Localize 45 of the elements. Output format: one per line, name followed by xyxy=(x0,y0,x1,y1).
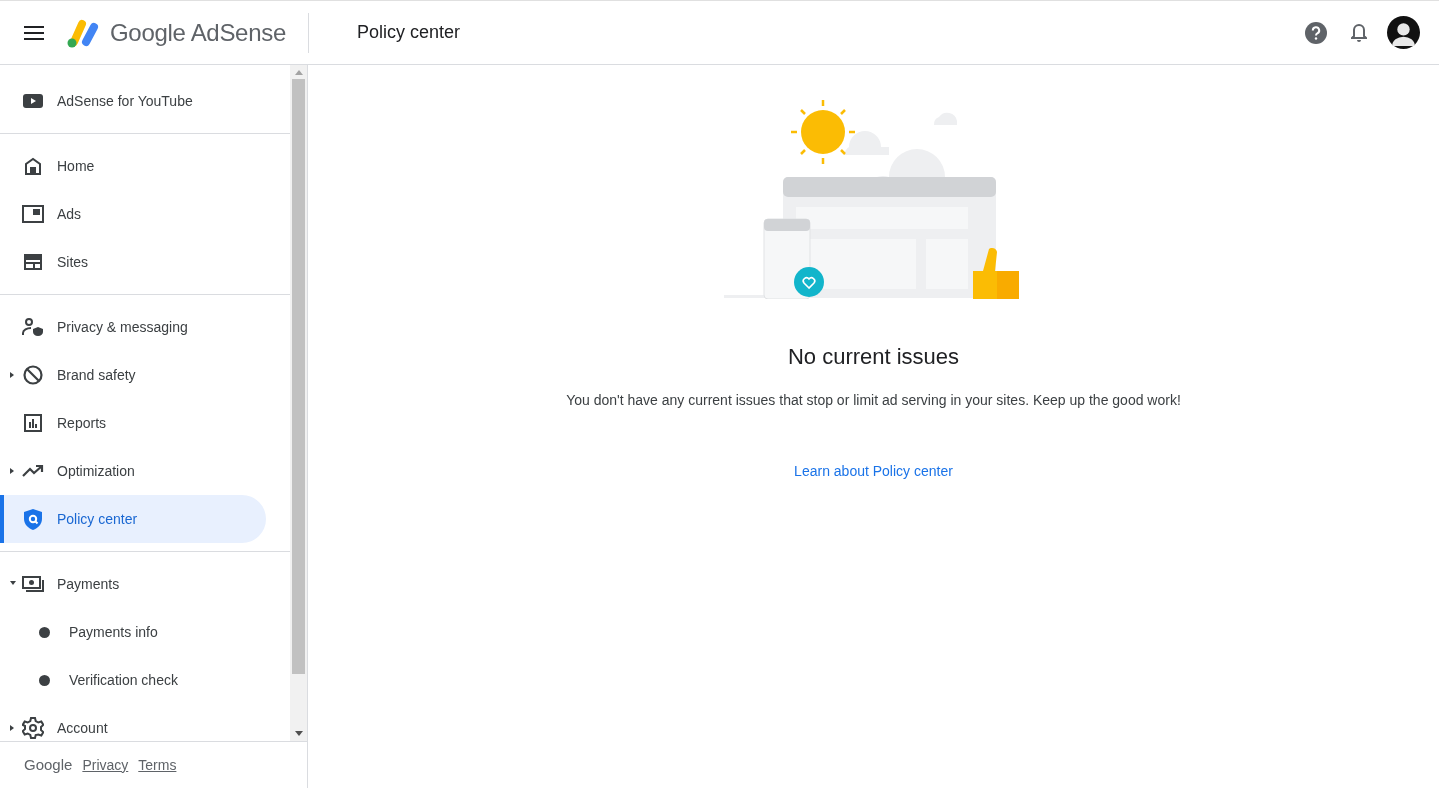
layout-icon xyxy=(24,254,42,270)
avatar-icon[interactable] xyxy=(1387,16,1420,49)
caret-icon[interactable] xyxy=(10,581,16,585)
notifications-icon[interactable] xyxy=(1351,22,1367,43)
nav-item[interactable]: Brand safety xyxy=(0,351,266,399)
nav-item[interactable]: Home xyxy=(0,142,266,190)
caret-icon[interactable] xyxy=(10,372,14,378)
block-icon xyxy=(23,365,43,385)
help-icon[interactable] xyxy=(1305,21,1327,44)
logo-text: Google AdSense xyxy=(110,17,286,48)
menu-icon[interactable] xyxy=(24,25,44,40)
footer-link[interactable]: Terms xyxy=(138,754,177,776)
nav-item[interactable]: Privacy & messaging xyxy=(0,303,266,351)
money-icon xyxy=(22,576,44,592)
nav-item[interactable]: Ads xyxy=(0,190,266,238)
person-shield-icon xyxy=(22,318,44,336)
nav-item[interactable]: Optimization xyxy=(0,447,266,495)
caret-icon[interactable] xyxy=(10,725,14,731)
home-icon xyxy=(24,157,42,175)
caret-icon[interactable] xyxy=(10,468,14,474)
shield-search-icon xyxy=(24,508,42,530)
bullet-icon xyxy=(39,674,50,686)
scroll-down-icon[interactable] xyxy=(294,730,303,736)
learn-more-link[interactable]: Learn about Policy center xyxy=(794,461,953,482)
status-title: No current issues xyxy=(787,343,960,371)
bar-chart-icon xyxy=(24,414,42,432)
footer-brand: Google xyxy=(24,754,73,775)
ad-frame-icon xyxy=(22,205,44,223)
settings-icon xyxy=(22,717,44,739)
nav-item[interactable]: Payments xyxy=(0,560,266,608)
nav-item[interactable]: Account xyxy=(0,704,266,741)
nav-item[interactable]: Policy center xyxy=(0,495,266,543)
status-message: You don't have any current issues that stop or limit ad serving in your sites. Keep up the good work! xyxy=(566,391,1181,410)
nav-subitem[interactable]: Verification check xyxy=(0,656,266,704)
nav-subitem[interactable]: Payments info xyxy=(0,608,266,656)
footer-link[interactable]: Privacy xyxy=(82,754,129,776)
nav-item[interactable]: Sites xyxy=(0,238,266,286)
scrollbar[interactable] xyxy=(290,65,307,741)
nav-item[interactable]: AdSense for YouTube xyxy=(0,77,266,125)
bullet-icon xyxy=(39,626,50,638)
page-title: Policy center xyxy=(356,21,460,44)
nav-item[interactable]: Reports xyxy=(0,399,266,447)
video-icon xyxy=(23,94,43,108)
trending-up-icon xyxy=(22,465,44,477)
logo-icon xyxy=(66,17,100,48)
